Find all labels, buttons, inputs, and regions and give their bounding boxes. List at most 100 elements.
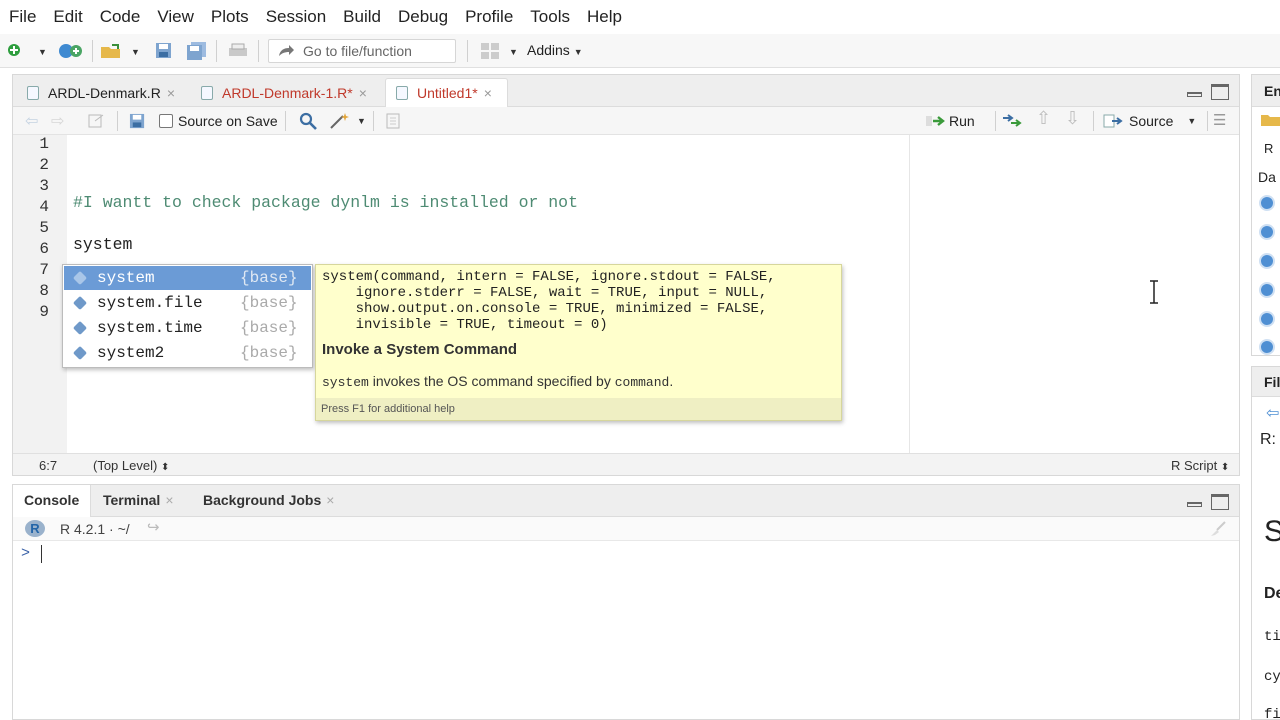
arrow-up-icon[interactable]: ⇧ xyxy=(1036,108,1051,129)
chevron-down-icon[interactable]: ▼ xyxy=(509,47,518,57)
menu-tools[interactable]: Tools xyxy=(521,7,578,27)
save-icon[interactable] xyxy=(155,42,173,60)
tab-environment[interactable]: En xyxy=(1264,83,1280,99)
updown-icon: ⬍ xyxy=(160,462,170,473)
menu-session[interactable]: Session xyxy=(257,7,334,27)
open-folder-icon[interactable] xyxy=(1260,111,1280,127)
line-number: 7 xyxy=(39,261,49,279)
source-on-save-checkbox[interactable] xyxy=(159,114,173,128)
tab-ardl-denmark[interactable]: ARDL-Denmark.R × xyxy=(17,78,187,107)
autocomplete-item[interactable]: system.file {base} xyxy=(64,291,311,315)
autocomplete-item[interactable]: system.time {base} xyxy=(64,316,311,340)
r-file-icon xyxy=(27,85,39,100)
tab-console[interactable]: Console xyxy=(24,492,79,508)
tab-untitled1[interactable]: Untitled1* × xyxy=(385,78,508,107)
menu-code[interactable]: Code xyxy=(91,7,149,27)
maximize-icon[interactable] xyxy=(1211,494,1229,510)
save-icon[interactable] xyxy=(129,113,146,130)
source-button[interactable]: Source ▼ xyxy=(1103,113,1196,129)
code-line-comment: #I wantt to check package dynlm is insta… xyxy=(73,193,578,212)
tab-label: Terminal xyxy=(103,492,161,508)
new-project-icon[interactable] xyxy=(58,42,84,60)
menu-file[interactable]: File xyxy=(0,7,44,27)
help-title: Invoke a System Command xyxy=(322,341,518,358)
chevron-down-icon[interactable]: ▼ xyxy=(357,116,366,126)
help-code-fragment: fi xyxy=(1264,707,1280,720)
help-path: R: xyxy=(1260,431,1276,448)
expand-icon[interactable] xyxy=(1259,339,1275,355)
file-type-selector[interactable]: R Script ⬍ xyxy=(1171,458,1229,473)
separator xyxy=(1207,111,1208,131)
function-signature: system(command, intern = FALSE, ignore.s… xyxy=(322,269,776,333)
magic-wand-icon[interactable] xyxy=(329,112,351,130)
expand-icon[interactable] xyxy=(1259,253,1275,269)
completion-package: {base} xyxy=(240,319,298,337)
r-version: R 4.2.1 · ~/ xyxy=(60,521,130,537)
menu-debug[interactable]: Debug xyxy=(389,7,456,27)
outline-icon[interactable]: ☰ xyxy=(1213,111,1226,129)
help-description: system invokes the OS command specified … xyxy=(322,373,673,390)
close-icon[interactable]: × xyxy=(359,85,367,101)
new-file-icon[interactable] xyxy=(6,42,24,60)
minimize-icon[interactable] xyxy=(1187,502,1202,507)
line-number: 1 xyxy=(39,135,49,153)
show-in-window-icon[interactable] xyxy=(87,113,105,129)
expand-icon[interactable] xyxy=(1259,282,1275,298)
go-to-file-input[interactable]: Go to file/function xyxy=(268,39,456,63)
close-icon[interactable]: × xyxy=(165,492,173,508)
close-icon[interactable]: × xyxy=(167,85,175,101)
autocomplete-item[interactable]: system2 {base} xyxy=(64,341,311,365)
tab-label: Untitled1* xyxy=(417,85,478,101)
tab-terminal[interactable]: Terminal × xyxy=(103,492,174,508)
menu-build[interactable]: Build xyxy=(334,7,389,27)
autocomplete-item[interactable]: system {base} xyxy=(64,266,311,290)
function-icon xyxy=(72,345,88,361)
menu-help[interactable]: Help xyxy=(578,7,630,27)
expand-icon[interactable] xyxy=(1259,195,1275,211)
arrow-right-icon xyxy=(279,45,294,56)
rerun-icon[interactable] xyxy=(1001,113,1025,127)
grid-layout-icon[interactable] xyxy=(480,42,500,60)
completion-name: system.file xyxy=(97,294,203,312)
save-all-icon[interactable] xyxy=(186,42,208,60)
back-arrow-icon[interactable]: ⇦ xyxy=(25,111,38,131)
menu-view[interactable]: View xyxy=(148,7,202,27)
help-code-fragment: ti xyxy=(1264,629,1280,645)
goto-dir-icon[interactable]: ↪ xyxy=(147,518,160,536)
maximize-icon[interactable] xyxy=(1211,84,1229,100)
search-icon[interactable] xyxy=(299,112,317,130)
tab-background-jobs[interactable]: Background Jobs × xyxy=(203,492,334,508)
chevron-down-icon[interactable]: ▼ xyxy=(131,47,140,57)
expand-icon[interactable] xyxy=(1259,311,1275,327)
scope-selector[interactable]: (Top Level) ⬍ xyxy=(93,458,169,473)
help-section-fragment: De xyxy=(1264,585,1280,602)
expand-icon[interactable] xyxy=(1259,224,1275,240)
compile-report-icon[interactable] xyxy=(385,113,401,129)
print-icon[interactable] xyxy=(227,42,249,60)
chevron-down-icon[interactable]: ▼ xyxy=(38,47,47,57)
addins-menu[interactable]: Addins ▼ xyxy=(527,42,583,58)
source-on-save-toggle[interactable]: Source on Save xyxy=(159,113,278,129)
menu-profile[interactable]: Profile xyxy=(456,7,521,27)
broom-icon[interactable] xyxy=(1209,521,1227,537)
console-cursor[interactable] xyxy=(41,545,42,563)
back-arrow-icon[interactable]: ⇦ xyxy=(1266,403,1279,423)
separator xyxy=(92,40,93,62)
separator xyxy=(117,111,118,131)
close-icon[interactable]: × xyxy=(326,492,334,508)
line-number: 3 xyxy=(39,177,49,195)
tab-files[interactable]: Fil xyxy=(1264,374,1280,390)
r-env-label[interactable]: R xyxy=(1264,141,1273,156)
open-folder-icon[interactable] xyxy=(100,42,124,60)
close-icon[interactable]: × xyxy=(484,85,492,101)
tab-ardl-denmark-1[interactable]: ARDL-Denmark-1.R* × xyxy=(191,78,381,107)
completion-package: {base} xyxy=(240,269,298,287)
arrow-down-icon[interactable]: ⇩ xyxy=(1065,108,1080,129)
menu-edit[interactable]: Edit xyxy=(44,7,90,27)
completion-name: system2 xyxy=(97,344,165,362)
menu-plots[interactable]: Plots xyxy=(202,7,257,27)
forward-arrow-icon[interactable]: ⇨ xyxy=(51,111,64,131)
minimize-icon[interactable] xyxy=(1187,92,1202,97)
console-tab-bar: Console Terminal × Background Jobs × xyxy=(13,485,1239,517)
run-button[interactable]: Run xyxy=(925,113,975,129)
